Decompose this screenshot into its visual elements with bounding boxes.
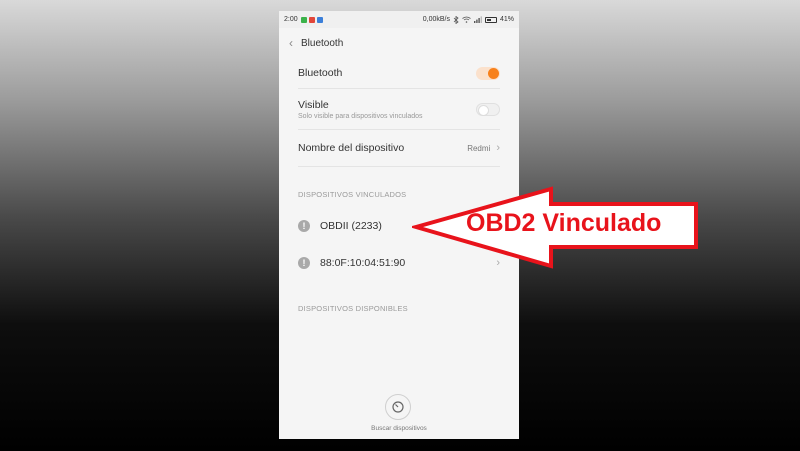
status-time: 2:00: [284, 16, 298, 23]
visible-sublabel: Solo visible para dispositivos vinculado…: [298, 112, 423, 120]
bluetooth-toggle[interactable]: [476, 66, 500, 80]
status-bar: 2:00 0,00kB/s 41%: [279, 11, 519, 28]
device-name: 88:0F:10:04:51:90: [320, 257, 406, 269]
visible-label: Visible: [298, 98, 329, 111]
callout-text: OBD2 Vinculado: [466, 209, 662, 237]
green-app-icon: [300, 16, 307, 23]
bluetooth-icon: [453, 15, 459, 24]
warning-icon: !: [298, 220, 310, 232]
battery-percent: 41%: [499, 16, 514, 23]
red-app-icon: [308, 16, 315, 23]
visible-toggle[interactable]: [476, 102, 500, 116]
wifi-icon: [462, 16, 471, 23]
device-name: OBDII (2233): [320, 220, 382, 232]
chevron-right-icon: ›: [496, 142, 500, 154]
scan-button[interactable]: [385, 394, 411, 420]
visible-toggle-row[interactable]: Visible Solo visible para dispositivos v…: [298, 89, 500, 130]
refresh-icon: [392, 401, 404, 413]
network-speed: 0,00kB/s: [422, 16, 450, 23]
bluetooth-toggle-row[interactable]: Bluetooth: [298, 58, 500, 89]
battery-icon: [484, 16, 497, 23]
device-name-row[interactable]: Nombre del dispositivo Redmi ›: [298, 130, 500, 167]
page-title: Bluetooth: [301, 37, 344, 49]
device-name-value: Redmi: [467, 143, 491, 153]
blue-app-icon: [316, 16, 323, 23]
device-name-label: Nombre del dispositivo: [298, 142, 405, 154]
signal-icon: [473, 16, 482, 23]
scan-label: Buscar dispositivos: [371, 425, 427, 432]
available-devices-header: DISPOSITIVOS DISPONIBLES: [298, 304, 408, 313]
title-bar: ‹ Bluetooth: [279, 28, 519, 58]
back-arrow-icon[interactable]: ‹: [289, 36, 293, 50]
bluetooth-label: Bluetooth: [298, 67, 343, 79]
warning-icon: !: [298, 257, 310, 269]
